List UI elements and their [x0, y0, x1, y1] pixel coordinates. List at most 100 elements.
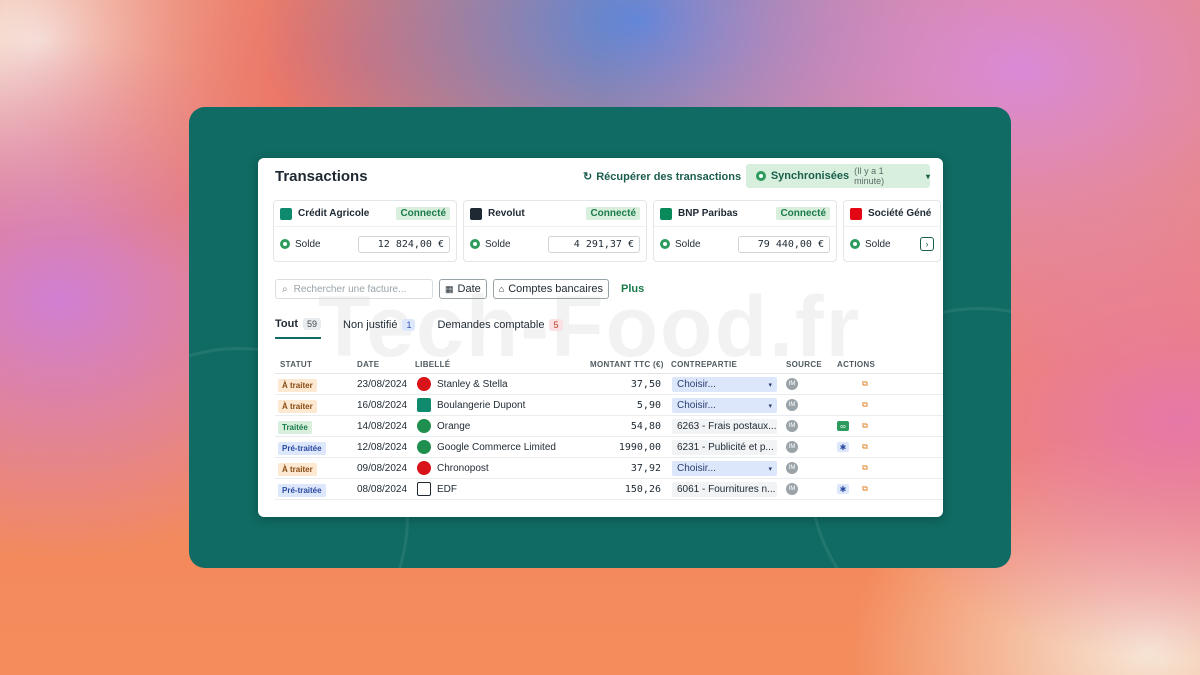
- calendar-icon: ▦: [445, 283, 454, 294]
- sync-status-dropdown[interactable]: Synchronisées (Il y a 1 minute) ▾: [746, 164, 930, 188]
- date-filter-label: Date: [457, 283, 481, 295]
- next-bank-button[interactable]: ›: [920, 237, 934, 251]
- copy-icon[interactable]: ⧉: [859, 421, 871, 431]
- column-counterpart[interactable]: CONTREPARTIE: [671, 360, 737, 369]
- column-source[interactable]: SOURCE: [786, 360, 822, 369]
- table-row[interactable]: Traitée 14/08/2024 Orange 54,80 6263 - F…: [275, 416, 943, 437]
- stanley-stella-logo-icon: [417, 377, 431, 391]
- counterpart-value: 6231 - Publicité et p...: [677, 442, 774, 453]
- row-amount: 5,90: [636, 400, 661, 411]
- check-icon: [850, 239, 860, 249]
- copy-icon[interactable]: ⧉: [859, 484, 871, 494]
- source-avatar: IM: [786, 420, 798, 432]
- row-label: Orange: [437, 420, 471, 432]
- more-filters-button[interactable]: Plus: [621, 283, 644, 295]
- copy-icon[interactable]: ⧉: [859, 442, 871, 452]
- search-input[interactable]: ⌕ Rechercher une facture...: [275, 279, 433, 299]
- column-amount[interactable]: MONTANT TTC (€): [590, 360, 664, 369]
- column-label[interactable]: LIBELLÉ: [415, 360, 450, 369]
- counterpart-select[interactable]: Choisir... ▾: [672, 398, 777, 413]
- bank-accounts-filter-label: Comptes bancaires: [508, 283, 603, 295]
- status-badge: À traiter: [278, 463, 317, 476]
- column-actions: ACTIONS: [837, 360, 876, 369]
- counterpart-select[interactable]: Choisir... ▾: [672, 377, 777, 392]
- tab-count: 59: [303, 318, 322, 330]
- bank-card-credit-agricole[interactable]: Crédit Agricole Connecté Solde 12 824,00…: [273, 200, 457, 262]
- tab-accountant-requests[interactable]: Demandes comptable 5: [437, 318, 563, 339]
- table-row[interactable]: À traiter 16/08/2024 Boulangerie Dupont …: [275, 395, 943, 416]
- table-row[interactable]: Pré-traitée 08/08/2024 EDF 150,26 6061 -…: [275, 479, 943, 500]
- bank-card-revolut[interactable]: Revolut Connecté Solde 4 291,37 €: [463, 200, 647, 262]
- chronopost-logo-icon: [417, 461, 431, 475]
- row-date: 14/08/2024: [357, 421, 408, 432]
- row-date: 08/08/2024: [357, 484, 408, 495]
- status-badge: Traitée: [278, 421, 312, 434]
- counterpart-select[interactable]: 6061 - Fournitures n...: [672, 482, 777, 497]
- counterpart-value: 6263 - Frais postaux...: [677, 421, 777, 432]
- date-filter-button[interactable]: ▦ Date: [439, 279, 487, 299]
- bank-name: BNP Paribas: [678, 208, 738, 219]
- counterpart-select[interactable]: Choisir... ▾: [672, 461, 777, 476]
- magic-wand-icon[interactable]: ✱: [837, 484, 849, 494]
- chevron-down-icon: ▾: [925, 171, 930, 181]
- column-date[interactable]: DATE: [357, 360, 379, 369]
- tab-unjustified[interactable]: Non justifié 1: [343, 318, 416, 339]
- bank-card-bnp-paribas[interactable]: BNP Paribas Connecté Solde 79 440,00 €: [653, 200, 837, 262]
- row-date: 12/08/2024: [357, 442, 408, 453]
- sync-label: Synchronisées: [770, 170, 850, 182]
- search-placeholder: Rechercher une facture...: [293, 283, 407, 295]
- balance-value: 12 824,00 €: [358, 235, 450, 253]
- magic-wand-icon[interactable]: ✱: [837, 442, 849, 452]
- source-avatar: IM: [786, 399, 798, 411]
- source-avatar: IM: [786, 483, 798, 495]
- tab-label: Demandes comptable: [437, 319, 545, 331]
- orange-logo-icon: [417, 419, 431, 433]
- tab-all[interactable]: Tout 59: [275, 318, 322, 339]
- status-badge: Pré-traitée: [278, 484, 326, 497]
- balance-label: Solde: [675, 238, 701, 250]
- refresh-icon: ↻: [583, 171, 593, 183]
- google-logo-icon: [417, 440, 431, 454]
- search-icon: ⌕: [282, 283, 288, 295]
- row-amount: 37,50: [630, 379, 661, 390]
- table-row[interactable]: Pré-traitée 12/08/2024 Google Commerce L…: [275, 437, 943, 458]
- balance-value: 4 291,37 €: [548, 235, 640, 253]
- copy-icon[interactable]: ⧉: [859, 400, 871, 410]
- table-header: STATUT DATE LIBELLÉ MONTANT TTC (€) CONT…: [275, 354, 943, 374]
- row-label-cell: Chronopost: [417, 461, 489, 475]
- row-label: Stanley & Stella: [437, 378, 508, 390]
- counterpart-select[interactable]: 6263 - Frais postaux...: [672, 419, 777, 434]
- status-badge: Pré-traitée: [278, 442, 326, 455]
- copy-icon[interactable]: ⧉: [859, 463, 871, 473]
- bnp-paribas-logo-icon: [660, 207, 672, 220]
- copy-icon[interactable]: ⧉: [859, 379, 871, 389]
- tab-label: Tout: [275, 318, 299, 330]
- bank-name: Crédit Agricole: [298, 208, 370, 219]
- column-status[interactable]: STATUT: [280, 360, 312, 369]
- bank-accounts-filter-button[interactable]: ⌂ Comptes bancaires: [492, 279, 609, 299]
- transactions-table: À traiter 23/08/2024 Stanley & Stella 37…: [275, 374, 943, 500]
- row-amount: 1990,00: [618, 442, 661, 453]
- counterpart-value: Choisir...: [677, 463, 716, 474]
- bank-icon: ⌂: [498, 284, 505, 294]
- row-label: EDF: [437, 483, 457, 495]
- counterpart-select[interactable]: 6231 - Publicité et p...: [672, 440, 777, 455]
- check-icon: [660, 239, 670, 249]
- chevron-down-icon: ▾: [768, 465, 772, 473]
- table-row[interactable]: À traiter 09/08/2024 Chronopost 37,92 Ch…: [275, 458, 943, 479]
- status-badge: À traiter: [278, 379, 317, 392]
- row-date: 23/08/2024: [357, 379, 408, 390]
- check-icon: [470, 239, 480, 249]
- table-row[interactable]: À traiter 23/08/2024 Stanley & Stella 37…: [275, 374, 943, 395]
- tab-count: 5: [549, 319, 563, 331]
- fetch-transactions-button[interactable]: ↻ Récupérer des transactions: [583, 170, 741, 184]
- link-icon[interactable]: ∞: [837, 421, 849, 431]
- balance-label: Solde: [865, 238, 891, 250]
- row-label: Chronopost: [437, 462, 489, 474]
- row-date: 09/08/2024: [357, 463, 408, 474]
- filter-toolbar: ⌕ Rechercher une facture... ▦ Date ⌂ Com…: [275, 279, 644, 299]
- counterpart-value: Choisir...: [677, 379, 716, 390]
- counterpart-value: Choisir...: [677, 400, 716, 411]
- bank-card-societe-generale[interactable]: Société Géné Solde ›: [843, 200, 941, 262]
- bank-accounts-row: Crédit Agricole Connecté Solde 12 824,00…: [273, 200, 943, 262]
